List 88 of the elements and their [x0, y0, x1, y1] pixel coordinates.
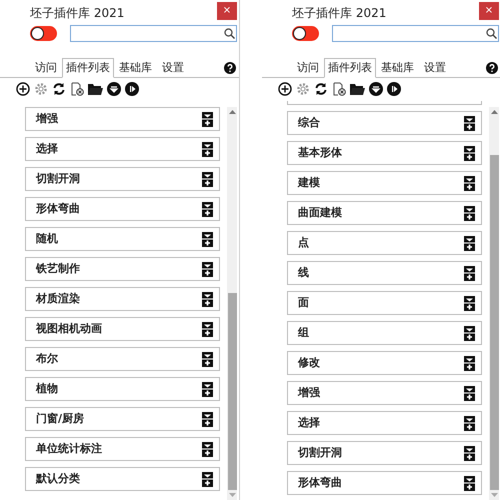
- expand-icon[interactable]: [464, 386, 475, 400]
- expand-icon[interactable]: [202, 232, 213, 246]
- search-icon[interactable]: [486, 28, 497, 39]
- expand-icon[interactable]: [202, 442, 213, 456]
- category-row[interactable]: 植物: [25, 377, 220, 401]
- category-row[interactable]: 视图相机动画: [25, 317, 220, 341]
- expand-icon[interactable]: [464, 266, 475, 280]
- expand-icon[interactable]: [464, 206, 475, 220]
- category-row[interactable]: 选择: [287, 411, 482, 435]
- expand-icon[interactable]: [464, 416, 475, 430]
- category-row[interactable]: 形体弯曲: [287, 471, 482, 495]
- category-row[interactable]: 面: [287, 291, 482, 315]
- category-row[interactable]: 选择: [25, 137, 220, 161]
- category-row[interactable]: 单位统计标注: [25, 437, 220, 461]
- category-row[interactable]: 曲面建模: [287, 201, 482, 225]
- expand-icon[interactable]: [464, 176, 475, 190]
- scrollbar[interactable]: [489, 107, 499, 500]
- expand-icon[interactable]: [202, 292, 213, 306]
- category-row[interactable]: 材质渲染: [25, 287, 220, 311]
- expand-icon[interactable]: [464, 326, 475, 340]
- circle-play-icon[interactable]: [125, 82, 139, 96]
- expand-icon[interactable]: [464, 476, 475, 490]
- help-icon[interactable]: [224, 62, 236, 74]
- expand-icon[interactable]: [202, 412, 213, 426]
- expand-icon[interactable]: [464, 236, 475, 250]
- folder-icon[interactable]: [88, 82, 103, 96]
- circle-down-icon[interactable]: [107, 82, 121, 96]
- expand-icon[interactable]: [202, 202, 213, 216]
- tab[interactable]: 插件列表: [324, 58, 376, 78]
- category-row[interactable]: 形体弯曲: [25, 197, 220, 221]
- category-row[interactable]: 建模: [287, 171, 482, 195]
- category-row[interactable]: 门窗/厨房: [25, 407, 220, 431]
- toggle-switch[interactable]: [292, 26, 319, 41]
- expand-icon[interactable]: [464, 146, 475, 160]
- file-remove-icon[interactable]: [332, 82, 346, 96]
- tab[interactable]: 设置: [419, 60, 451, 77]
- circle-down-icon[interactable]: [369, 82, 383, 96]
- scroll-up-icon[interactable]: [490, 110, 498, 114]
- expand-icon[interactable]: [464, 116, 475, 130]
- category-row[interactable]: 切割开洞: [287, 441, 482, 465]
- file-remove-icon[interactable]: [70, 82, 84, 96]
- add-icon[interactable]: [16, 82, 30, 96]
- window-title: 坯子插件库 2021: [30, 5, 124, 22]
- scroll-up-icon[interactable]: [228, 110, 236, 114]
- tab[interactable]: 基础库: [376, 60, 419, 77]
- close-button[interactable]: ×: [217, 2, 237, 20]
- help-icon[interactable]: [486, 62, 498, 74]
- expand-icon[interactable]: [464, 446, 475, 460]
- refresh-icon[interactable]: [52, 82, 66, 96]
- expand-icon[interactable]: [202, 472, 213, 486]
- toggle-switch[interactable]: [30, 26, 57, 41]
- category-row[interactable]: 增强: [25, 107, 220, 131]
- category-row[interactable]: 线: [287, 261, 482, 285]
- close-button[interactable]: ×: [479, 2, 499, 20]
- category-row[interactable]: 随机: [25, 227, 220, 251]
- expand-icon[interactable]: [202, 352, 213, 366]
- expand-icon[interactable]: [202, 322, 213, 336]
- tab[interactable]: 基础库: [114, 60, 157, 77]
- category-row[interactable]: 基本形体: [287, 141, 482, 165]
- category-row[interactable]: 综合: [287, 111, 482, 135]
- category-row[interactable]: 默认分类: [25, 467, 220, 491]
- expand-icon[interactable]: [202, 382, 213, 396]
- refresh-icon[interactable]: [314, 82, 328, 96]
- category-row[interactable]: 布尔: [25, 347, 220, 371]
- tab[interactable]: 访问: [30, 60, 62, 77]
- tab[interactable]: 插件列表: [62, 58, 114, 78]
- category-row[interactable]: 切割开洞: [25, 167, 220, 191]
- search-field[interactable]: [70, 25, 237, 42]
- add-icon[interactable]: [278, 82, 292, 96]
- expand-icon[interactable]: [202, 172, 213, 186]
- tab[interactable]: 访问: [292, 60, 324, 77]
- category-row[interactable]: 点: [287, 231, 482, 255]
- folder-icon[interactable]: [350, 82, 365, 96]
- category-row[interactable]: 组: [287, 321, 482, 345]
- circle-play-icon[interactable]: [387, 82, 401, 96]
- category-row[interactable]: 铁艺制作: [25, 257, 220, 281]
- search-icon[interactable]: [224, 28, 235, 39]
- expand-icon[interactable]: [464, 356, 475, 370]
- category-row[interactable]: 修改: [287, 351, 482, 375]
- expand-icon[interactable]: [202, 262, 213, 276]
- search-field[interactable]: [332, 25, 499, 42]
- category-row[interactable]: 增强: [287, 381, 482, 405]
- expand-icon[interactable]: [202, 112, 213, 126]
- scrollbar[interactable]: [227, 107, 237, 500]
- tab[interactable]: 设置: [157, 60, 189, 77]
- window-title: 坯子插件库 2021: [292, 5, 386, 22]
- expand-icon[interactable]: [464, 296, 475, 310]
- expand-icon[interactable]: [202, 142, 213, 156]
